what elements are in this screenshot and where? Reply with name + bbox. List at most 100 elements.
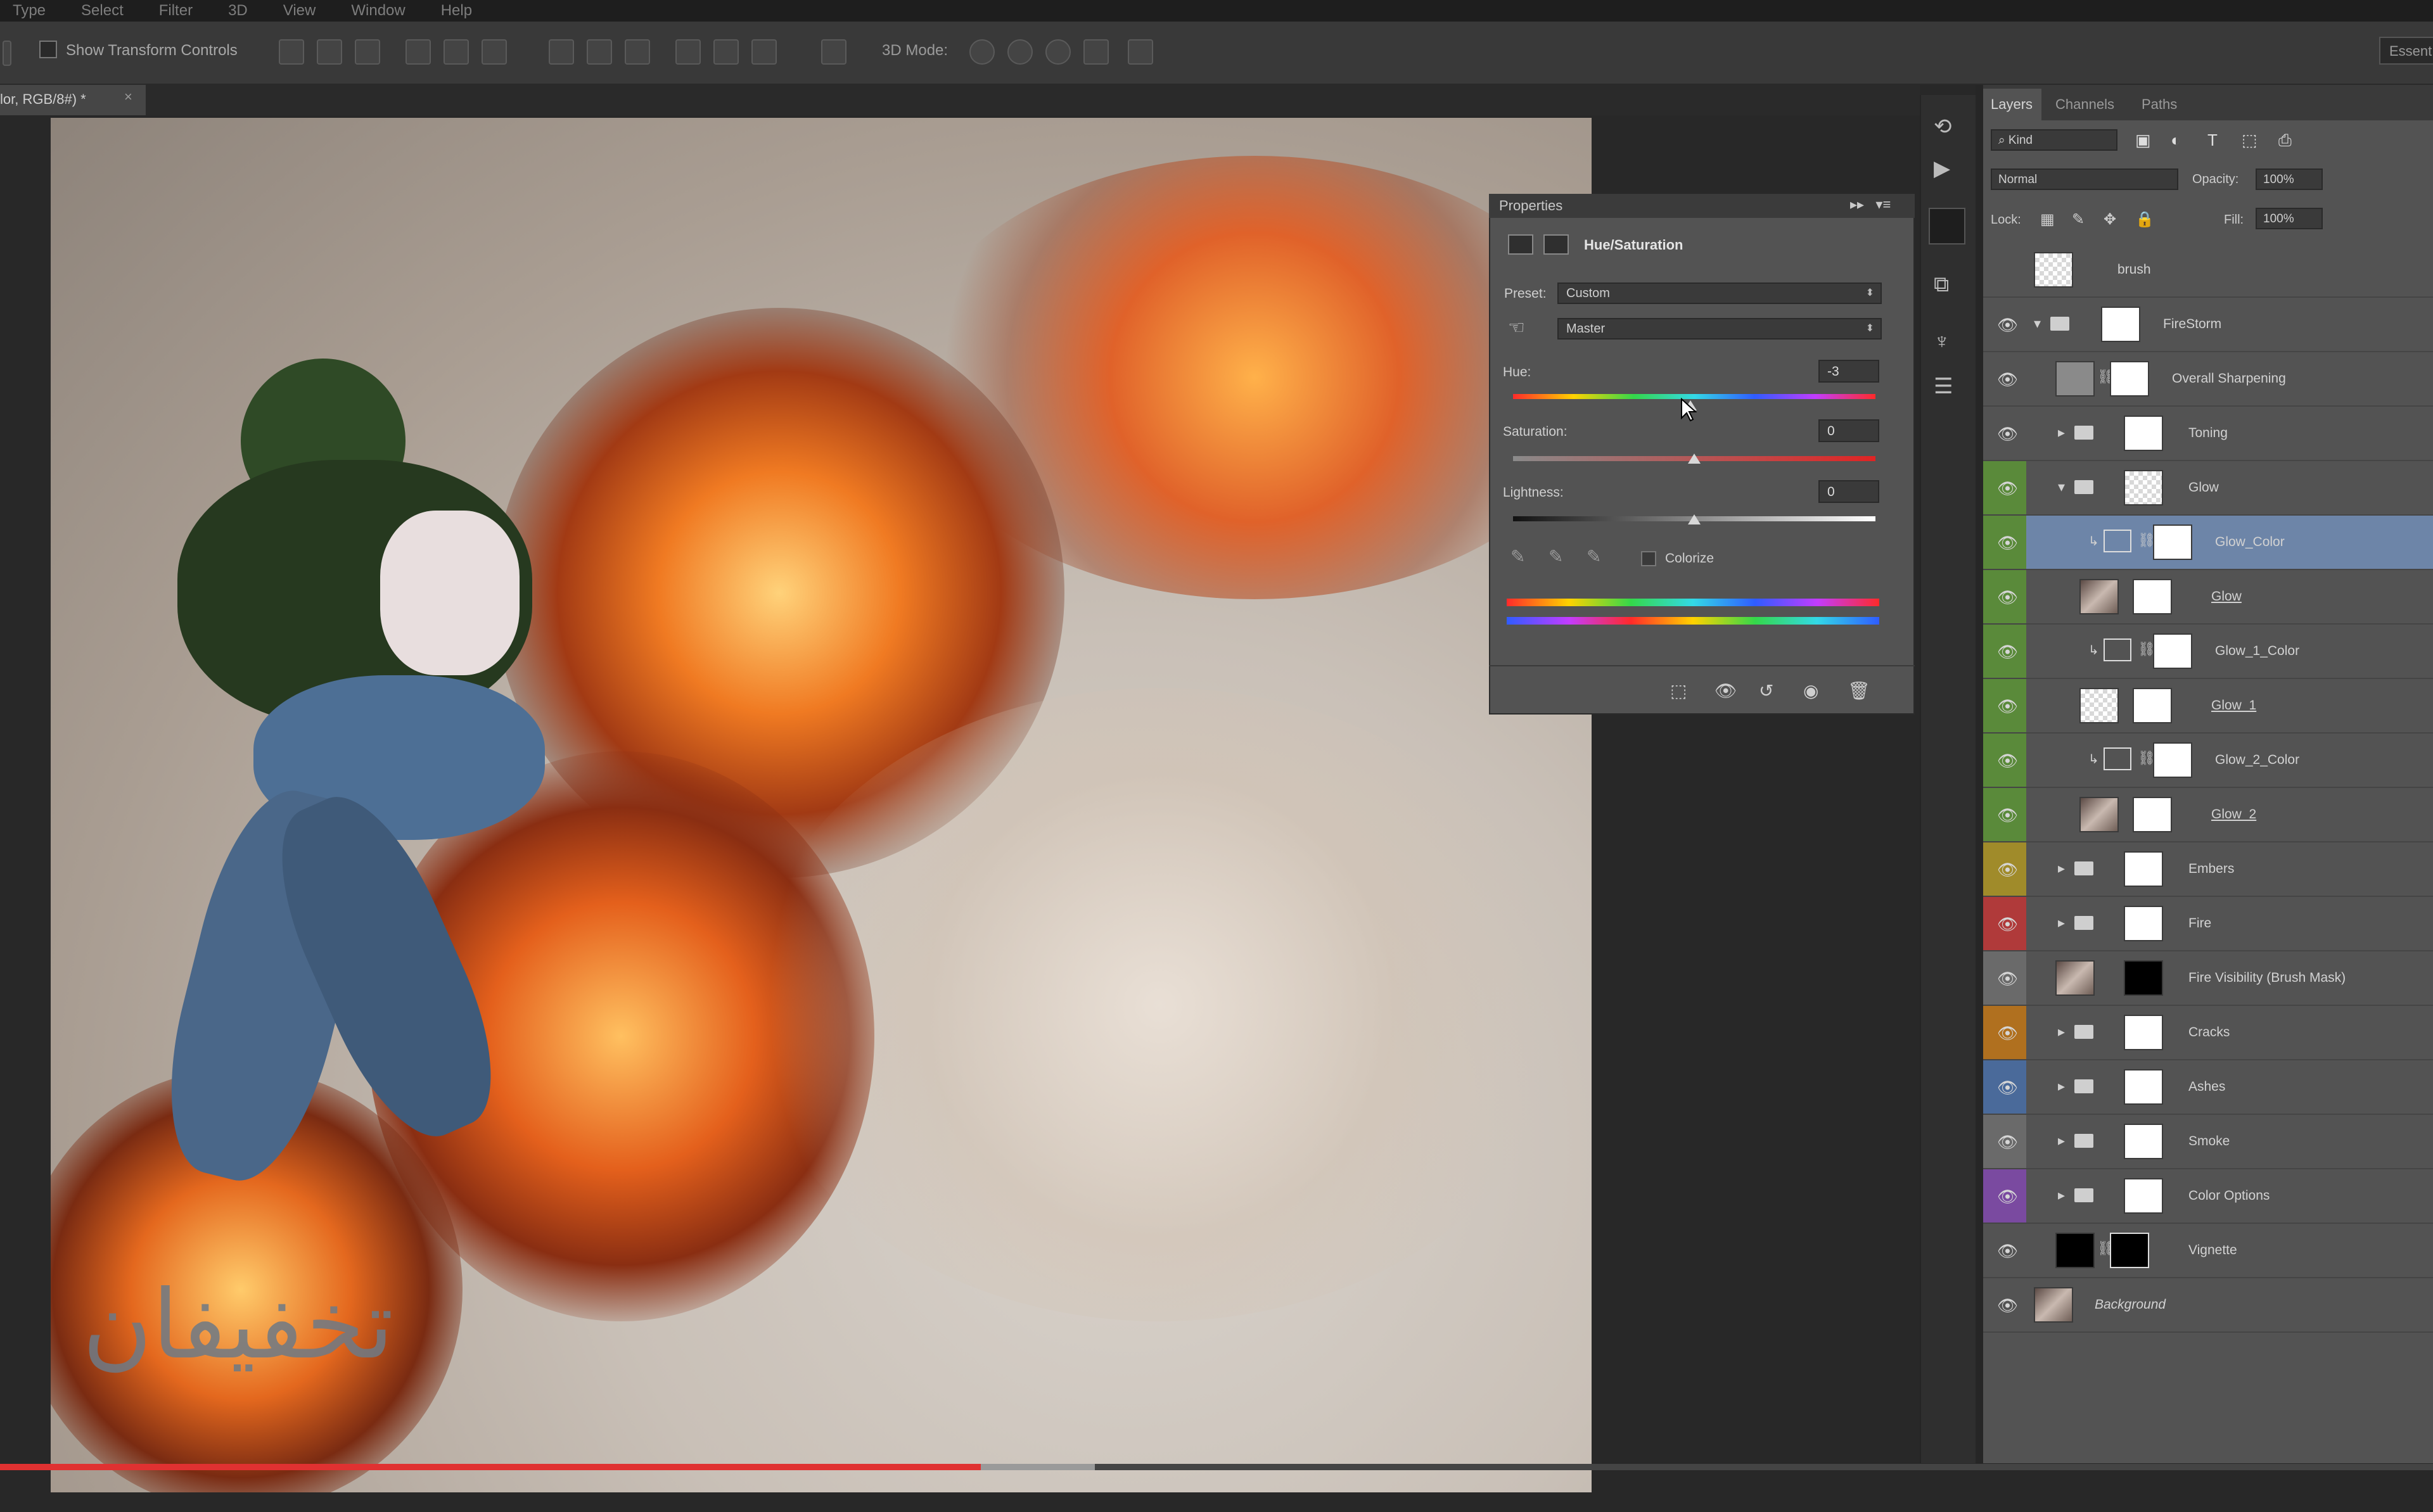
align-vcenter-icon[interactable] [317,39,342,65]
lightness-slider-thumb[interactable] [1688,514,1701,524]
reset-icon[interactable]: ↺ [1759,680,1773,701]
layer-row-color-options[interactable]: 👁 ▸ Color Options [1983,1169,2433,1224]
eye-icon[interactable]: 👁 [1997,1024,2018,1043]
colorize-checkbox[interactable] [1641,551,1656,566]
saturation-input[interactable]: 0 [1818,419,1879,442]
lock-transparency-icon[interactable]: ▦ [2040,210,2055,229]
menu-type[interactable]: Type [13,2,46,20]
layer-row-brush[interactable]: brush [1983,243,2433,298]
filter-type-icon[interactable]: T [2207,130,2218,150]
expand-triangle-icon[interactable]: ▸ [2058,424,2065,441]
properties-title[interactable]: Properties [1499,198,1562,214]
eye-icon[interactable]: 👁 [1997,915,2018,934]
layer-row-glow-2[interactable]: 👁 Glow_2 [1983,788,2433,842]
eye-icon[interactable]: 👁 [1997,1187,2018,1207]
eye-icon[interactable]: 👁 [1997,315,2018,335]
panel-collapse-icon[interactable]: ▸▸ ▾≡ [1850,196,1891,213]
filter-pixel-icon[interactable]: ▣ [2135,130,2151,150]
workspace-switcher[interactable]: Essent [2379,37,2433,65]
menu-filter[interactable]: Filter [159,2,193,20]
3d-slide-icon[interactable] [1083,39,1109,65]
filter-kind-dropdown[interactable]: ⌕ Kind [1991,129,2117,151]
distribute-top-icon[interactable] [549,39,574,65]
adjustment-icon[interactable] [1508,234,1533,255]
layer-row-glow[interactable]: 👁 Glow [1983,570,2433,625]
collapse-triangle-icon[interactable]: ▾ [2058,479,2065,495]
eye-icon[interactable]: 👁 [1997,1296,2018,1316]
layer-row-firestorm[interactable]: 👁 ▾ FireStorm [1983,298,2433,352]
eyedropper-minus-icon[interactable]: ✎ [1587,546,1601,567]
layer-row-smoke[interactable]: 👁 ▸ Smoke [1983,1115,2433,1169]
properties-dock-icon[interactable] [1929,208,1965,245]
eye-icon[interactable]: 👁 [1997,751,2018,771]
preset-dropdown[interactable]: Custom ⬍ [1557,283,1882,304]
layer-row-glow-1[interactable]: 👁 Glow_1 [1983,679,2433,734]
fill-input[interactable]: 100% [2256,208,2323,229]
layer-row-ashes[interactable]: 👁 ▸ Ashes [1983,1060,2433,1115]
tab-paths[interactable]: Paths [2142,96,2177,113]
layer-row-glow-group[interactable]: 👁 ▾ Glow [1983,461,2433,516]
opacity-input[interactable]: 100% [2256,168,2323,190]
menu-select[interactable]: Select [81,2,124,20]
expand-triangle-icon[interactable]: ▸ [2058,1024,2065,1040]
expand-triangle-icon[interactable]: ▸ [2058,860,2065,877]
align-left-icon[interactable] [406,39,431,65]
tab-channels[interactable]: Channels [2055,96,2114,113]
align-bottom-icon[interactable] [355,39,380,65]
close-icon[interactable]: × [124,89,132,105]
eye-icon[interactable]: 👁 [1997,860,2018,880]
layer-row-embers[interactable]: 👁 ▸ Embers [1983,842,2433,897]
expand-triangle-icon[interactable]: ▸ [2058,1133,2065,1149]
filter-smart-object-icon[interactable]: ⎙ [2278,130,2292,151]
layer-row-glow-color[interactable]: 👁 ↳ ⛓ Glow_Color [1983,516,2433,570]
lock-all-icon[interactable]: 🔒 [2135,210,2154,229]
3d-scale-icon[interactable] [1128,39,1153,65]
align-top-icon[interactable] [279,39,304,65]
distribute-hcenter-icon[interactable] [713,39,739,65]
adjustments-icon[interactable]: ☰ [1934,374,1953,399]
eye-icon[interactable]: 👁 [1997,370,2018,390]
expand-triangle-icon[interactable]: ▸ [2058,1187,2065,1204]
layer-row-vignette[interactable]: 👁 ⛓ Vignette [1983,1224,2433,1278]
menu-3d[interactable]: 3D [228,2,248,20]
layer-row-cracks[interactable]: 👁 ▸ Cracks [1983,1006,2433,1060]
menu-view[interactable]: View [283,2,316,20]
distribute-left-icon[interactable] [675,39,701,65]
eye-icon[interactable]: 👁 [1997,1242,2018,1261]
distribute-vcenter-icon[interactable] [587,39,612,65]
show-transform-checkbox[interactable] [39,41,57,58]
distribute-bottom-icon[interactable] [625,39,650,65]
distribute-right-icon[interactable] [751,39,777,65]
filter-shape-icon[interactable]: ⬚ [2242,130,2257,150]
tab-layers[interactable]: Layers [1983,89,2041,120]
eye-icon[interactable]: 👁 [1997,969,2018,989]
menu-help[interactable]: Help [441,2,472,20]
layer-row-toning[interactable]: 👁 ▸ Toning [1983,407,2433,461]
menu-window[interactable]: Window [351,2,405,20]
view-previous-icon[interactable]: 👁 [1715,680,1737,701]
saturation-slider-thumb[interactable] [1688,454,1701,464]
eyedropper-icon[interactable]: ✎ [1510,546,1525,567]
expand-triangle-icon[interactable]: ▸ [2058,915,2065,931]
eyedropper-plus-icon[interactable]: ✎ [1549,546,1563,567]
blend-mode-dropdown[interactable]: Normal [1991,168,2178,190]
3d-orbit-icon[interactable] [969,39,995,65]
3d-roll-icon[interactable] [1007,39,1033,65]
trash-icon[interactable]: 🗑 [1848,680,1870,701]
tool-preset-icon[interactable] [3,41,11,66]
3d-pan-icon[interactable] [1045,39,1071,65]
targeted-adjustment-hand-icon[interactable]: ☜ [1508,317,1525,339]
clone-source-icon[interactable]: ⧉ [1934,272,1949,297]
lightness-input[interactable]: 0 [1818,480,1879,503]
hue-input[interactable]: -3 [1818,360,1879,383]
auto-align-icon[interactable] [821,39,846,65]
align-right-icon[interactable] [482,39,507,65]
eye-icon[interactable]: 👁 [1997,806,2018,825]
eye-icon[interactable]: 👁 [1997,697,2018,716]
eye-icon[interactable]: 👁 [1997,1078,2018,1098]
filter-adjustment-icon[interactable]: ◐ [2171,130,2181,150]
eye-icon[interactable]: 👁 [1997,479,2018,499]
actions-play-icon[interactable]: ▶ [1934,156,1950,181]
lock-position-icon[interactable]: ✥ [2104,210,2116,229]
toggle-visibility-icon[interactable]: ◉ [1803,680,1818,701]
